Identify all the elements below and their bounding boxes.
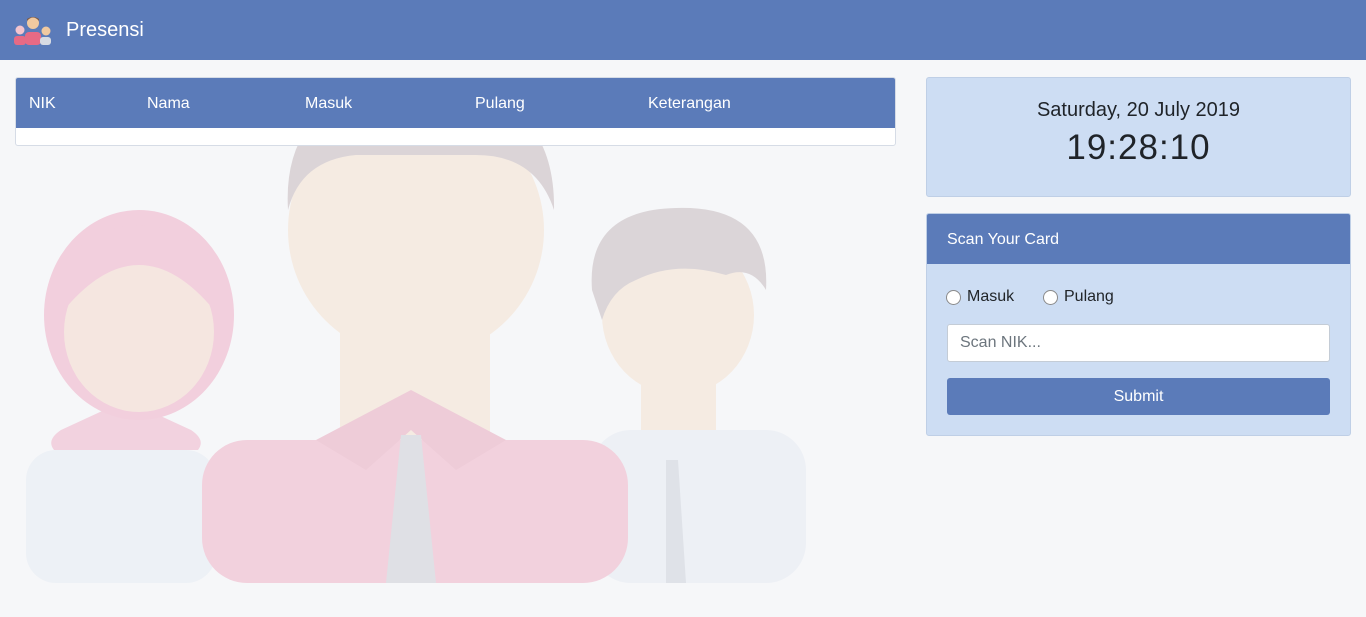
current-time: 19:28:10 [1066,128,1211,167]
radio-pulang[interactable]: Pulang [1043,288,1114,306]
radio-masuk[interactable]: Masuk [946,288,1014,306]
attendance-type-group: Masuk Pulang [927,264,1350,324]
scan-nik-input[interactable] [947,324,1330,362]
clock-panel: Saturday, 20 July 2019 19:28:10 [926,77,1351,197]
brand[interactable]: Presensi [0,15,144,45]
column-header-pulang[interactable]: Pulang [475,95,525,113]
top-navbar: Presensi [0,0,1366,60]
brand-title: Presensi [66,18,144,41]
people-group-icon [14,17,51,45]
submit-button[interactable]: Submit [947,378,1330,415]
scan-panel: Scan Your Card Masuk Pulang Submit [926,213,1351,436]
column-header-keterangan[interactable]: Keterangan [648,95,731,113]
current-date: Saturday, 20 July 2019 [1036,99,1241,121]
column-header-nik[interactable]: NIK [29,95,56,113]
radio-pulang-label: Pulang [1064,288,1114,305]
radio-masuk-label: Masuk [967,288,1015,305]
attendance-table: NIK Nama Masuk Pulang Keterangan [15,77,896,146]
scan-panel-title: Scan Your Card [927,214,1350,264]
radio-pulang-circle[interactable] [1043,289,1058,305]
table-header-row: NIK Nama Masuk Pulang Keterangan [16,78,895,128]
radio-masuk-circle[interactable] [946,289,961,305]
column-header-nama[interactable]: Nama [147,95,190,113]
column-header-masuk[interactable]: Masuk [305,95,352,113]
